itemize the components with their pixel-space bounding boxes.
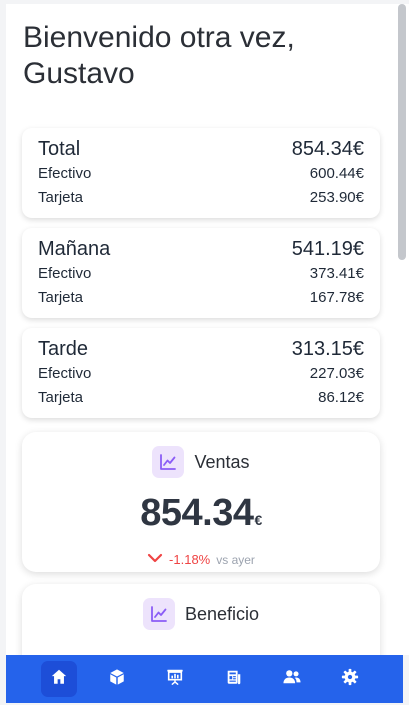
scrollbar-thumb[interactable] [398,4,406,260]
kpi-value: 854.34€ [22,492,380,535]
row-label: Tarjeta [38,189,84,206]
nav-presentation-button[interactable] [157,661,193,697]
nav-reports-button[interactable] [216,661,252,697]
box-icon [108,668,126,691]
kpi-header: Ventas [22,446,380,478]
kpi-amount: 854.34 [140,492,254,534]
summary-head: Tarde 313.15€ [38,336,364,362]
kpi-card-sales: Ventas 854.34€ -1.18% vs ayer [22,432,380,572]
kpi-currency: € [254,512,262,528]
dashboard-scroll-area[interactable]: Bienvenido otra vez, Gustavo Total 854.3… [6,4,395,655]
users-icon [282,668,302,691]
trend-note: vs ayer [216,552,255,567]
bottom-navigation [6,655,403,703]
summary-title: Total [38,138,81,160]
summary-head: Mañana 541.19€ [38,236,364,262]
welcome-heading: Bienvenido otra vez, Gustavo [23,21,295,90]
summary-title: Mañana [38,238,111,260]
nav-settings-button[interactable] [332,661,368,697]
summary-total: 541.19€ [291,238,364,260]
row-label: Efectivo [38,265,92,282]
nav-home-button[interactable] [41,661,78,697]
scrollbar[interactable] [395,4,409,655]
newspaper-icon [225,668,243,691]
summary-card-afternoon: Tarde 313.15€ Efectivo 227.03€ Tarjeta 8… [22,328,380,418]
row-label: Efectivo [38,165,92,182]
summary-head: Total 854.34€ [38,136,364,162]
row-value: 253.90€ [309,189,364,206]
summary-row-card: Tarjeta 167.78€ [38,286,364,310]
row-label: Efectivo [38,365,92,382]
kpi-title: Ventas [194,451,250,472]
nav-products-button[interactable] [99,661,135,697]
row-value: 227.03€ [309,365,364,382]
row-value: 86.12€ [318,389,364,406]
summary-row-cash: Efectivo 373.41€ [38,262,364,286]
summary-row-cash: Efectivo 600.44€ [38,162,364,186]
nav-users-button[interactable] [274,661,310,697]
presentation-chart-icon [166,668,184,691]
trend-percent: -1.18% [169,552,211,567]
gear-icon [341,668,359,691]
chart-line-icon [152,446,185,478]
row-label: Tarjeta [38,289,84,306]
kpi-title: Beneficio [184,603,260,624]
row-value: 600.44€ [309,165,364,182]
kpi-trend: -1.18% vs ayer [22,552,380,567]
summary-row-card: Tarjeta 86.12€ [38,386,364,410]
summary-card-morning: Mañana 541.19€ Efectivo 373.41€ Tarjeta … [22,228,380,318]
chevron-down-icon [147,552,163,567]
summary-row-card: Tarjeta 253.90€ [38,186,364,210]
row-label: Tarjeta [38,389,84,406]
summary-row-cash: Efectivo 227.03€ [38,362,364,386]
row-value: 167.78€ [309,289,364,306]
kpi-card-profit: Beneficio [22,584,380,655]
summary-title: Tarde [38,338,89,360]
row-value: 373.41€ [309,265,364,282]
summary-total: 854.34€ [291,138,364,160]
chart-line-icon [142,598,175,630]
summary-card-total: Total 854.34€ Efectivo 600.44€ Tarjeta 2… [22,128,380,218]
home-icon [50,668,68,691]
summary-total: 313.15€ [291,338,364,360]
kpi-header: Beneficio [22,598,380,630]
